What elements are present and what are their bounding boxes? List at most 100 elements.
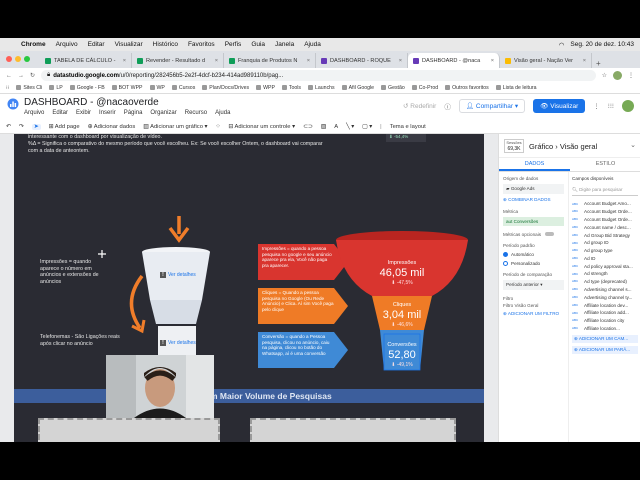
browser-tab[interactable]: TABELA DE CÁLCULO - ×	[40, 53, 132, 68]
menu-item[interactable]: Exibir	[76, 110, 91, 116]
close-icon[interactable]: ×	[307, 58, 310, 64]
menu-item[interactable]: Arquivo	[24, 110, 44, 116]
bookmark[interactable]: Outros favoritos	[445, 85, 489, 91]
view-button[interactable]: 👁︎ Visualizar	[533, 99, 586, 113]
apps-grid-icon[interactable]: ⁝⁝⁝	[608, 102, 614, 110]
menubar-item[interactable]: Ajuda	[304, 41, 321, 48]
field-item[interactable]: Account name / desc...	[572, 223, 638, 231]
bookmark[interactable]: BOT WPP	[112, 85, 143, 91]
more-options-icon[interactable]: ⋮	[593, 102, 600, 110]
bookmark[interactable]: LP	[49, 85, 62, 91]
menubar-item[interactable]: Guia	[251, 41, 265, 48]
metric-chip[interactable]: aut Conversões	[503, 217, 564, 226]
menubar-clock[interactable]: Seg. 20 de dez. 10:43	[570, 41, 634, 49]
toggle-switch[interactable]	[545, 232, 555, 236]
combine-data-button[interactable]: ⊕ COMBINAR DADOS	[503, 197, 564, 203]
theme-layout-button[interactable]: Tema e layout	[390, 124, 426, 130]
menu-item[interactable]: Página	[124, 110, 143, 116]
field-item[interactable]: Account Budget Amo...	[572, 200, 638, 208]
field-item[interactable]: Affiliate location dev...	[572, 301, 638, 309]
close-window-button[interactable]	[6, 56, 12, 62]
close-icon[interactable]: ×	[215, 58, 218, 64]
add-parameter-button[interactable]: ⊕ ADICIONAR UM PARÂ...	[572, 346, 638, 355]
browser-tab[interactable]: Revender - Resultado d ×	[132, 53, 224, 68]
menu-item[interactable]: Inserir	[99, 110, 116, 116]
menubar-item[interactable]: Arquivo	[56, 41, 78, 48]
add-page-button[interactable]: ⊞ Add page	[49, 124, 80, 130]
menubar-item[interactable]: Janela	[275, 41, 294, 48]
bookmark[interactable]: Lista de leitura	[496, 85, 537, 91]
menu-item[interactable]: Organizar	[150, 110, 176, 116]
bookmark[interactable]: Google - FB	[70, 85, 105, 91]
placeholder-chart[interactable]	[38, 418, 220, 442]
close-icon[interactable]: ×	[491, 58, 494, 64]
browser-tab-active[interactable]: DASHBOARD - @naca ×	[408, 53, 500, 68]
see-details-link[interactable]: ! Ver detalhes	[160, 272, 196, 278]
field-item[interactable]: Account Budget Orde...	[572, 208, 638, 216]
bookmark[interactable]: Cursos	[172, 85, 195, 91]
line-icon[interactable]: ╲ ▾	[346, 124, 354, 130]
add-filter-button[interactable]: ⊕ ADICIONAR UM FILTRO	[503, 311, 564, 317]
report-canvas[interactable]: interessante com o dashboard por visuali…	[14, 134, 484, 442]
field-item[interactable]: Ad group type	[572, 247, 638, 255]
add-data-button[interactable]: ⊕ Adicionar dados	[88, 124, 136, 130]
forward-icon[interactable]: →	[18, 73, 24, 79]
field-search-input[interactable]: 🔍︎ Digite para pesquisar	[572, 185, 638, 196]
zoom-window-button[interactable]	[24, 56, 30, 62]
field-item[interactable]: Ad ID	[572, 254, 638, 262]
link-icon[interactable]: ⊂⊃	[303, 124, 313, 130]
share-button[interactable]: 👤︎ Compartilhar ▾	[458, 99, 526, 113]
chart-type-chip[interactable]: Sessões 69,3K	[504, 139, 524, 153]
minimize-window-button[interactable]	[15, 56, 21, 62]
close-icon[interactable]: ×	[123, 58, 126, 64]
radio-automatic[interactable]: Automático	[503, 252, 564, 257]
more-icon[interactable]: ⋮	[628, 72, 634, 79]
placeholder-chart[interactable]	[250, 418, 456, 442]
field-item[interactable]: Affiliate location...	[572, 325, 638, 333]
text-icon[interactable]: A	[334, 124, 338, 130]
add-chart-button[interactable]: ▥ Adicionar um gráfico ▾	[143, 124, 207, 130]
menubar-item[interactable]: Editar	[88, 41, 105, 48]
menubar-item[interactable]: Perfis	[225, 41, 242, 48]
field-item[interactable]: Affiliate location add...	[572, 309, 638, 317]
browser-tab[interactable]: Visão geral - Nação Ver ×	[500, 53, 592, 68]
browser-tab[interactable]: Franquia de Produtos N ×	[224, 53, 316, 68]
field-item[interactable]: Affiliate location city	[572, 317, 638, 325]
bookmark[interactable]: WPP	[256, 85, 275, 91]
field-item[interactable]: Account Budget Orde...	[572, 216, 638, 224]
redo-icon[interactable]: ↷	[19, 124, 24, 130]
field-item[interactable]: Ad type (deprecated)	[572, 278, 638, 286]
new-tab-button[interactable]: +	[592, 59, 605, 68]
field-item[interactable]: Ad Group Bid Strategy	[572, 231, 638, 239]
bookmark[interactable]: Co-Prod	[412, 85, 438, 91]
close-icon[interactable]: ×	[583, 58, 586, 64]
optional-metrics-toggle[interactable]: Métricas opcionais	[503, 232, 564, 237]
star-icon[interactable]: ☆	[602, 72, 607, 79]
tab-style[interactable]: ESTILO	[570, 158, 640, 171]
field-item[interactable]: Ad policy approval sta...	[572, 262, 638, 270]
menubar-item[interactable]: Favoritos	[188, 41, 215, 48]
field-item[interactable]: Advertising channel s...	[572, 286, 638, 294]
bookmark[interactable]: Sites Cli	[16, 85, 42, 91]
bookmark[interactable]: Gestão	[381, 85, 405, 91]
datastudio-logo-icon[interactable]	[7, 98, 19, 110]
profile-avatar[interactable]	[613, 71, 622, 80]
collapse-panel-icon[interactable]: ⌄	[630, 141, 636, 149]
browser-tab[interactable]: DASHBOARD - ROQUE ×	[316, 53, 408, 68]
info-icon[interactable]: ⓘ	[444, 101, 451, 111]
add-control-button[interactable]: ⊟ Adicionar um controle ▾	[228, 124, 295, 130]
field-item[interactable]: Ad group ID	[572, 239, 638, 247]
apps-icon[interactable]: ⁝⁝	[6, 85, 9, 91]
menubar-app[interactable]: Chrome	[21, 41, 46, 48]
menubar-item[interactable]: Histórico	[153, 41, 178, 48]
bookmark[interactable]: WP	[150, 85, 165, 91]
see-details-link[interactable]: ! Ver detalhes	[160, 340, 196, 346]
close-icon[interactable]: ×	[399, 58, 402, 64]
back-icon[interactable]: ←	[6, 73, 12, 79]
menu-item[interactable]: Recurso	[185, 110, 207, 116]
report-title[interactable]: DASHBOARD - @nacaoverde	[24, 97, 159, 108]
radio-custom[interactable]: Personalizado	[503, 261, 564, 266]
tab-data[interactable]: DADOS	[499, 158, 570, 171]
data-source-chip[interactable]: ▰ Google Ads	[503, 184, 564, 194]
shape-icon[interactable]: ▢ ▾	[362, 124, 372, 130]
